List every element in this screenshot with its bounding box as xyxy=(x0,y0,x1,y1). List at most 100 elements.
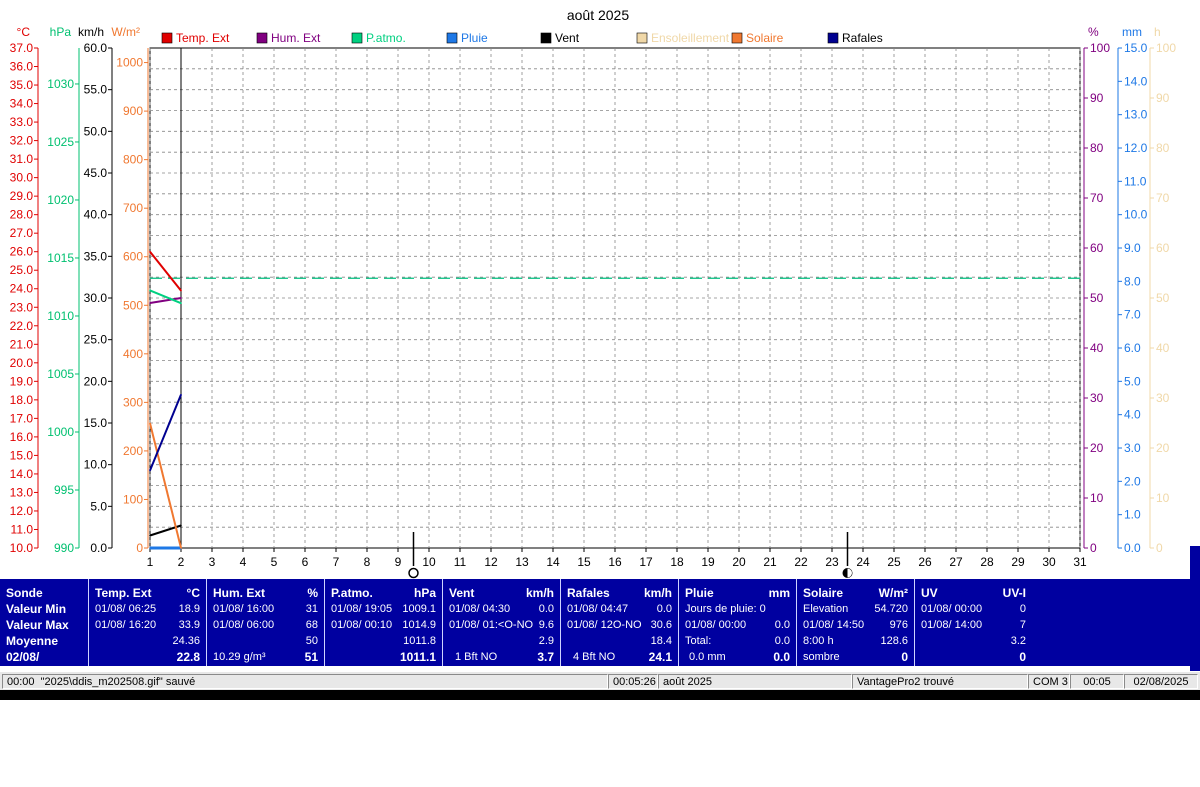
axis-tick-label: 90 xyxy=(1156,91,1170,105)
hum-min-time: 01/08/ 16:00 xyxy=(213,603,275,615)
legend-swatch xyxy=(540,32,552,44)
panel-rain-column: Pluie mm Jours de pluie: 0 01/08/ 00:00 0.… xyxy=(678,579,796,666)
legend-swatch xyxy=(827,32,839,44)
row-label-max: Valeur Max xyxy=(6,618,69,632)
series-point xyxy=(180,547,182,549)
uv-max: 7 xyxy=(1019,619,1026,631)
status-device: VantagePro2 trouvé xyxy=(852,674,1028,689)
temp-min-time: 01/08/ 06:25 xyxy=(95,603,157,615)
axis-tick-label: 90 xyxy=(1090,91,1104,105)
x-tick-label: 16 xyxy=(608,555,622,569)
rain-max-time: 01/08/ 00:00 xyxy=(685,619,747,631)
x-tick-label: 23 xyxy=(825,555,839,569)
series-point xyxy=(180,289,182,292)
gust-max: 30.6 xyxy=(650,619,672,631)
temp-min: 18.9 xyxy=(178,603,200,615)
rain-days: Jours de pluie: 0 xyxy=(685,603,766,615)
axis-tick-label: 6.0 xyxy=(1124,341,1141,355)
legend-swatch xyxy=(446,32,458,44)
chart-grid xyxy=(149,47,1081,549)
solar-current: 0 xyxy=(901,650,908,664)
axis-tick-label: 60.0 xyxy=(84,41,108,55)
x-tick-label: 5 xyxy=(271,555,278,569)
panel-press-column: P.atmo. hPa 01/08/ 19:05 1009.1 01/08/ 00:… xyxy=(324,579,442,666)
legend-swatch xyxy=(731,32,743,44)
axis-tick-label: 40 xyxy=(1156,341,1170,355)
x-tick-label: 1 xyxy=(147,555,154,569)
legend-label: Pluie xyxy=(461,31,488,45)
axis-tick-label: 990 xyxy=(54,541,74,555)
gust-min: 0.0 xyxy=(656,603,672,615)
panel-solar-column: Solaire W/m² Elevation 54.720 01/08/ 14:50… xyxy=(796,579,914,666)
x-tick-label: 7 xyxy=(333,555,340,569)
axis-tick-label: 60 xyxy=(1090,241,1104,255)
row-label-current: 02/08/ xyxy=(6,650,40,664)
temp-unit: °C xyxy=(186,586,200,600)
hum-min: 31 xyxy=(305,603,318,615)
press-max: 1014.9 xyxy=(402,619,436,631)
uv-unit: UV-I xyxy=(1002,586,1026,600)
solar-sun-label: 8:00 h xyxy=(803,635,834,647)
axis-tick-label: 7.0 xyxy=(1124,308,1141,322)
solar-max: 976 xyxy=(889,619,908,631)
wind-max: 9.6 xyxy=(538,619,554,631)
uv-avg: 3.2 xyxy=(1010,635,1026,647)
x-tick-label: 8 xyxy=(364,555,371,569)
panel-labels-column: Sonde Valeur Min Valeur Max Moyenne 02/0… xyxy=(0,579,88,666)
axis-tick-label: 1.0 xyxy=(1124,508,1141,522)
solar-elev-label: Elevation xyxy=(803,603,849,615)
x-tick-label: 6 xyxy=(302,555,309,569)
temp-current: 22.8 xyxy=(176,650,200,664)
hum-current: 51 xyxy=(304,650,318,664)
x-tick-label: 19 xyxy=(701,555,715,569)
axis-tick-label: 3.0 xyxy=(1124,441,1141,455)
axis-tick-label: 25.0 xyxy=(84,333,108,347)
axis-tick-label: 200 xyxy=(123,444,143,458)
x-tick-label: 12 xyxy=(484,555,498,569)
temp-title: Temp. Ext xyxy=(95,586,152,600)
axis-tick-label: 8.0 xyxy=(1124,274,1141,288)
axis-tick-label: 300 xyxy=(123,395,143,409)
chart-axes: °C 10.0 11.0 12.0 13.0 14.0 15.0 16.0 17.0 18.0 19… xyxy=(10,25,1177,555)
axis-tick-label: 10 xyxy=(1156,491,1170,505)
chart-title: août 2025 xyxy=(567,7,629,23)
axis-tick-label: 2.0 xyxy=(1124,474,1141,488)
status-message-text: "2025\ddis_m202508.gif" sauvé xyxy=(40,676,196,688)
axis-tick-label: 70 xyxy=(1090,191,1104,205)
axis-tick-label: 500 xyxy=(123,298,143,312)
axis-tick-label: 0 xyxy=(1090,541,1097,555)
axis-tick-label: 30.0 xyxy=(10,171,34,185)
axis-tick-label: 15.0 xyxy=(1124,41,1148,55)
series-line xyxy=(149,394,182,471)
chart-series xyxy=(149,250,182,550)
hum-title: Hum. Ext xyxy=(213,586,266,600)
rain-max: 0.0 xyxy=(774,619,790,631)
series-point xyxy=(180,297,182,299)
axis-tick-label: 60 xyxy=(1156,241,1170,255)
axis-tick-label: 28.0 xyxy=(10,208,34,222)
axis-tick-label: 1000 xyxy=(47,425,74,439)
x-axis: 1 2 3 4 5 6 7 8 9 10 11 12 13 14 15 16 17 18 19 20 21 22 23 24 2… xyxy=(147,548,1087,569)
uv-current: 0 xyxy=(1019,650,1026,664)
x-tick-label: 13 xyxy=(515,555,529,569)
axis-tick-label: 1000 xyxy=(116,56,143,70)
gust-max-time: 01/08/ 12O-NO xyxy=(567,619,642,631)
x-tick-label: 10 xyxy=(422,555,436,569)
x-tick-label: 11 xyxy=(454,555,467,569)
axis-tick-label: 0.0 xyxy=(90,541,107,555)
gust-unit: km/h xyxy=(643,586,672,600)
axis-tick-label: 37.0 xyxy=(10,41,34,55)
axis-tick-label: 10.0 xyxy=(10,541,34,555)
uv-max-time: 01/08/ 14:00 xyxy=(921,619,983,631)
axis-tick-label: 20.0 xyxy=(84,374,108,388)
status-message: 00:00 "2025\ddis_m202508.gif" sauvé xyxy=(2,674,608,689)
weather-chart: août 2025 Temp. Ext Hum. Ext P.atmo. Pluie V… xyxy=(10,7,1177,579)
series-point xyxy=(149,547,151,549)
x-tick-label: 28 xyxy=(980,555,994,569)
axis-tick-label: 600 xyxy=(123,250,143,264)
gust-current: 24.1 xyxy=(648,650,672,664)
legend-label: Solaire xyxy=(746,31,784,45)
axis-tick-label: 13.0 xyxy=(10,485,34,499)
axis-tick-label: 32.0 xyxy=(10,134,34,148)
press-min: 1009.1 xyxy=(402,603,436,615)
